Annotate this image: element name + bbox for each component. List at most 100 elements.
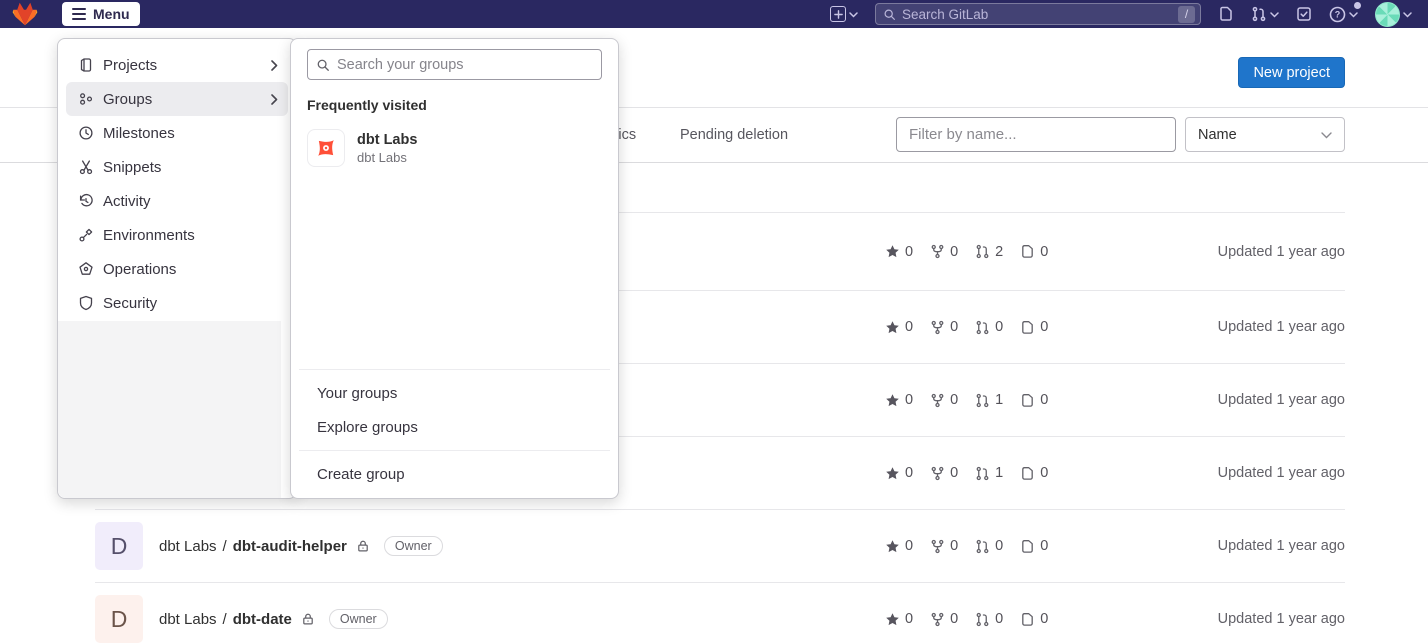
lock-icon (301, 612, 315, 626)
namespace-separator: / (223, 611, 227, 628)
stars-stat[interactable]: 0 (885, 392, 913, 408)
merge-request-icon (975, 539, 990, 554)
stars-stat[interactable]: 0 (885, 319, 913, 335)
group-subtitle: dbt Labs (357, 150, 417, 165)
forks-stat[interactable]: 0 (930, 465, 958, 481)
issues-stat[interactable]: 0 (1020, 244, 1048, 260)
shield-icon (78, 295, 94, 311)
new-menu-button[interactable] (830, 5, 858, 23)
history-icon (78, 193, 94, 209)
chevron-down-icon (1270, 5, 1279, 23)
explore-groups-link[interactable]: Explore groups (291, 410, 618, 444)
new-project-button[interactable]: New project (1238, 57, 1345, 88)
project-stats: 0 0 1 0 (885, 392, 1053, 408)
project-stats: 0 0 2 0 (885, 244, 1053, 260)
groups-search-input[interactable] (337, 57, 593, 73)
stars-stat[interactable]: 0 (885, 611, 913, 627)
your-groups-link[interactable]: Your groups (291, 376, 618, 410)
menu-item-security[interactable]: Security (66, 286, 288, 320)
merge-request-icon (975, 244, 990, 259)
project-row[interactable]: D dbt Labs / dbt-audit-helper Owner 0 (95, 510, 1345, 583)
updated-timestamp: Updated 1 year ago (1053, 244, 1345, 260)
filter-by-name-input[interactable] (896, 117, 1176, 152)
merge-requests-dropdown[interactable] (1251, 5, 1279, 23)
merge-requests-stat[interactable]: 1 (975, 465, 1003, 481)
menu-item-environments[interactable]: Environments (66, 218, 288, 252)
star-icon (885, 539, 900, 554)
merge-requests-stat[interactable]: 0 (975, 319, 1003, 335)
frequent-group-item[interactable]: dbt Labs dbt Labs (291, 125, 618, 171)
forks-stat[interactable]: 0 (930, 538, 958, 554)
menu-item-operations[interactable]: Operations (66, 252, 288, 286)
issues-icon (1020, 466, 1035, 481)
forks-stat[interactable]: 0 (930, 244, 958, 260)
updated-timestamp: Updated 1 year ago (1053, 611, 1345, 627)
menu-button[interactable]: Menu (62, 2, 140, 26)
updated-timestamp: Updated 1 year ago (1053, 538, 1345, 554)
merge-requests-stat[interactable]: 0 (975, 538, 1003, 554)
project-title: dbt-date (233, 611, 292, 628)
todos-button[interactable] (1296, 6, 1312, 22)
star-icon (885, 320, 900, 335)
issues-stat[interactable]: 0 (1020, 392, 1048, 408)
user-avatar (1375, 2, 1400, 27)
issues-stat[interactable]: 0 (1020, 538, 1048, 554)
merge-request-icon (975, 612, 990, 627)
create-group-link[interactable]: Create group (291, 457, 618, 491)
search-input[interactable] (902, 7, 1172, 22)
menu-item-snippets[interactable]: Snippets (66, 150, 288, 184)
stars-stat[interactable]: 0 (885, 465, 913, 481)
project-avatar: D (95, 522, 143, 570)
forks-stat[interactable]: 0 (930, 392, 958, 408)
flyout-divider (299, 369, 610, 370)
issues-stat[interactable]: 0 (1020, 319, 1048, 335)
project-stats: 0 0 1 0 (885, 465, 1053, 481)
star-icon (885, 393, 900, 408)
stars-stat[interactable]: 0 (885, 538, 913, 554)
user-menu[interactable] (1375, 2, 1412, 27)
help-dropdown[interactable]: ? (1329, 5, 1358, 23)
project-icon (78, 57, 94, 73)
updated-timestamp: Updated 1 year ago (1053, 465, 1345, 481)
menu-item-groups[interactable]: Groups (66, 82, 288, 116)
forks-stat[interactable]: 0 (930, 611, 958, 627)
menu-item-milestones[interactable]: Milestones (66, 116, 288, 150)
star-icon (885, 612, 900, 627)
updated-timestamp: Updated 1 year ago (1053, 319, 1345, 335)
stars-stat[interactable]: 0 (885, 244, 913, 260)
menu-button-label: Menu (93, 6, 130, 22)
issues-icon (1020, 612, 1035, 627)
gitlab-logo-icon[interactable] (12, 2, 38, 26)
forks-stat[interactable]: 0 (930, 319, 958, 335)
merge-request-icon (975, 320, 990, 335)
fork-icon (930, 393, 945, 408)
tab-pending-deletion[interactable]: Pending deletion (667, 107, 801, 163)
fork-icon (930, 539, 945, 554)
project-namespace: dbt Labs (159, 538, 217, 555)
project-stats: 0 0 0 0 (885, 538, 1053, 554)
project-title: dbt-audit-helper (233, 538, 347, 555)
menu-item-label: Projects (103, 57, 157, 74)
menu-item-label: Environments (103, 227, 195, 244)
project-row[interactable]: D dbt Labs / dbt-date Owner 0 0 (95, 583, 1345, 644)
sort-dropdown[interactable]: Name (1185, 117, 1345, 152)
menu-item-label: Snippets (103, 159, 161, 176)
issues-stat[interactable]: 0 (1020, 465, 1048, 481)
issues-button[interactable] (1218, 6, 1234, 22)
search-icon (883, 8, 896, 21)
project-stats: 0 0 0 0 (885, 319, 1053, 335)
issues-icon (1020, 393, 1035, 408)
merge-request-icon (975, 393, 990, 408)
issues-stat[interactable]: 0 (1020, 611, 1048, 627)
merge-requests-stat[interactable]: 2 (975, 244, 1003, 260)
menu-item-projects[interactable]: Projects (66, 48, 288, 82)
project-name[interactable]: dbt Labs / dbt-audit-helper Owner (159, 536, 443, 556)
menu-item-activity[interactable]: Activity (66, 184, 288, 218)
groups-search[interactable] (307, 49, 602, 80)
merge-requests-stat[interactable]: 0 (975, 611, 1003, 627)
merge-requests-stat[interactable]: 1 (975, 392, 1003, 408)
sort-dropdown-label: Name (1198, 127, 1237, 143)
project-name[interactable]: dbt Labs / dbt-date Owner (159, 609, 388, 629)
fork-icon (930, 612, 945, 627)
global-search[interactable]: / (875, 3, 1201, 25)
